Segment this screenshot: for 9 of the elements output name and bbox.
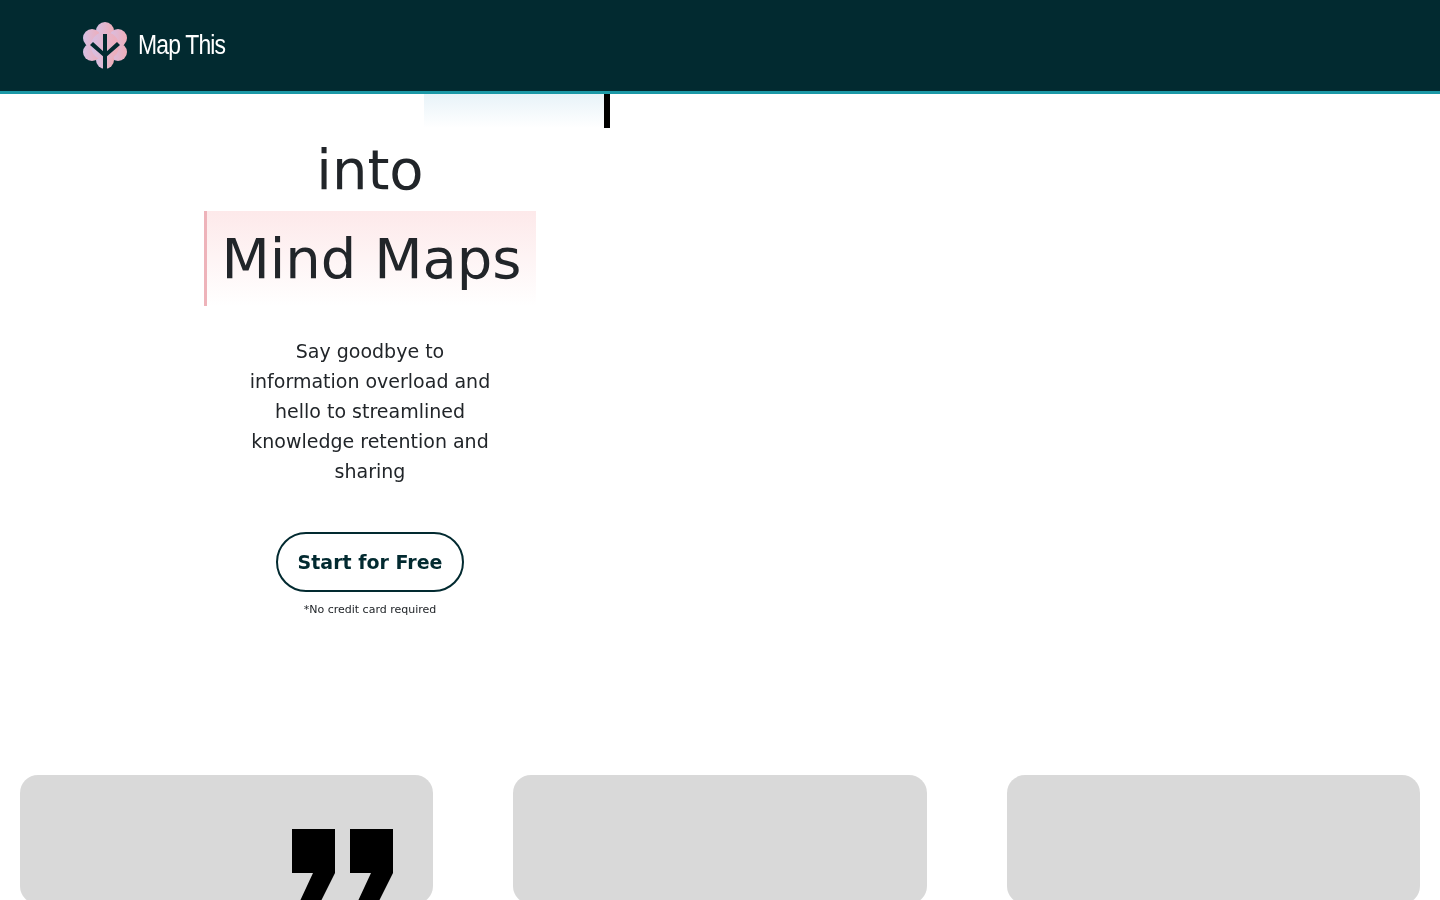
headline-text: into — [316, 137, 424, 202]
subtitle: Say goodbye to information overload and hello to streamlined knowledge retention and sharing — [248, 339, 492, 484]
start-button[interactable]: Start for Free — [276, 532, 464, 592]
quote-icon — [292, 828, 394, 900]
brand-name[interactable]: Map This — [138, 25, 226, 66]
logo-icon — [80, 20, 130, 71]
disclaimer-text: *No credit card required — [302, 602, 438, 618]
highlighted-headline-text: Mind Maps — [204, 211, 536, 306]
text-cursor — [604, 91, 610, 128]
